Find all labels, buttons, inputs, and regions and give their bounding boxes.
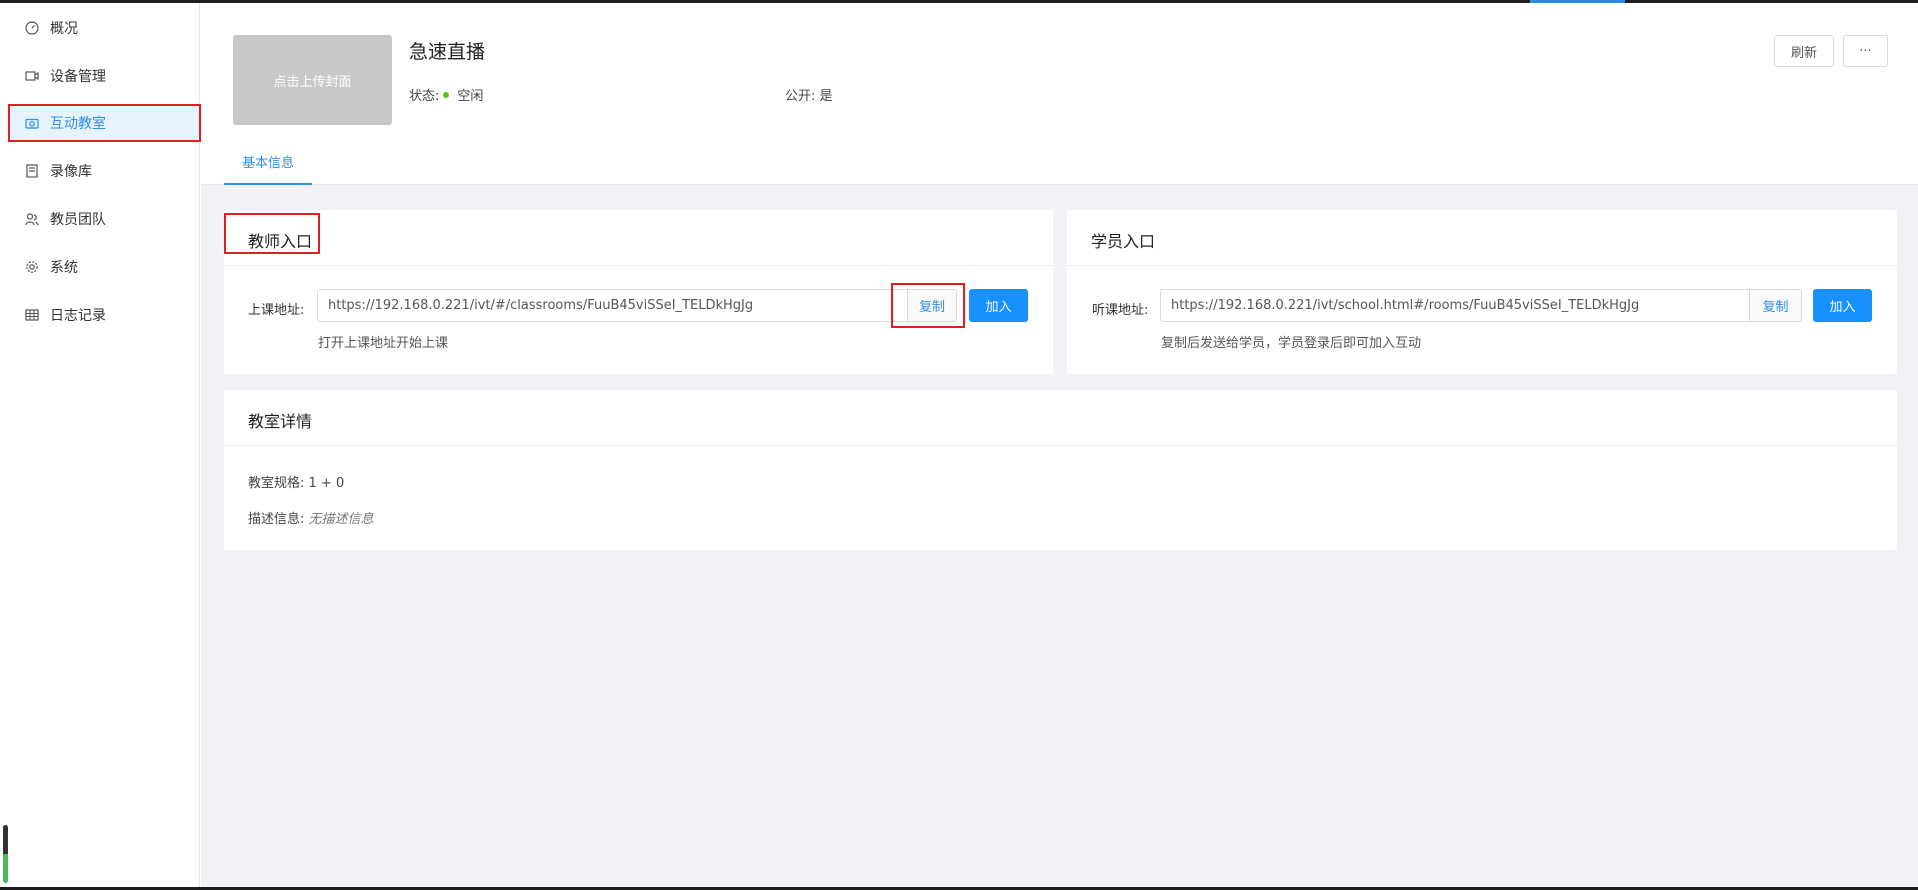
classroom-description: 描述信息: 无描述信息: [248, 508, 374, 527]
join-student-button[interactable]: 加入: [1813, 289, 1872, 322]
camera-icon: [24, 115, 40, 131]
sidebar-item-label: 系统: [50, 260, 78, 276]
sidebar-item-overview[interactable]: 概况: [10, 9, 200, 47]
team-icon: [24, 211, 40, 227]
sidebar: 概况 设备管理 互动教室 录像库 教员团队 系统 日志记录: [0, 3, 201, 890]
sidebar-item-label: 概况: [50, 21, 78, 37]
listen-url-label: 听课地址:: [1092, 303, 1149, 318]
spec-value: 1 + 0: [308, 476, 345, 491]
sidebar-item-label: 互动教室: [50, 116, 106, 132]
refresh-button[interactable]: 刷新: [1774, 35, 1834, 67]
sidebar-item-label: 日志记录: [50, 308, 106, 324]
description-value: 无描述信息: [308, 512, 374, 527]
join-teacher-button[interactable]: 加入: [969, 289, 1028, 322]
description-label: 描述信息:: [248, 512, 305, 527]
room-header: 点击上传封面 急速直播 状态: 空闲 公开: 是 刷新 ··· 基本信息: [201, 3, 1918, 185]
class-url-label: 上课地址:: [248, 303, 305, 318]
student-entry-card: 学员入口 听课地址: https://192.168.0.221/ivt/sch…: [1067, 210, 1897, 374]
status-label: 状态:: [409, 89, 440, 104]
sidebar-item-devices[interactable]: 设备管理: [10, 57, 200, 95]
card-title: 学员入口: [1091, 232, 1156, 251]
sidebar-scrollbar[interactable]: [3, 825, 8, 883]
teacher-entry-card: 教师入口 上课地址: https://192.168.0.221/ivt/#/c…: [224, 210, 1053, 374]
sidebar-item-system[interactable]: 系统: [10, 248, 200, 286]
main-content: 点击上传封面 急速直播 状态: 空闲 公开: 是 刷新 ··· 基本信息 教师入…: [201, 3, 1918, 890]
video-device-icon: [24, 68, 40, 84]
sidebar-item-team[interactable]: 教员团队: [10, 200, 200, 238]
card-title: 教室详情: [248, 412, 313, 431]
card-header: 教室详情: [224, 390, 1897, 446]
upload-cover-button[interactable]: 点击上传封面: [233, 35, 392, 125]
card-title: 教师入口: [248, 232, 313, 251]
sidebar-item-recordings[interactable]: 录像库: [10, 152, 200, 190]
student-hint: 复制后发送给学员，学员登录后即可加入互动: [1161, 336, 1422, 351]
public-value: 是: [819, 89, 833, 104]
status-info: 状态: 空闲: [409, 85, 483, 104]
status-dot-icon: [443, 91, 450, 98]
public-info: 公开: 是: [785, 85, 833, 104]
card-header: 教师入口: [224, 210, 1053, 266]
public-label: 公开:: [785, 89, 816, 104]
highlight-box: [891, 283, 965, 328]
page-title: 急速直播: [409, 41, 486, 63]
sidebar-item-label: 教员团队: [50, 212, 106, 228]
classroom-detail-card: 教室详情 教室规格: 1 + 0 描述信息: 无描述信息: [224, 390, 1897, 550]
gear-icon: [24, 259, 40, 275]
class-url-field[interactable]: https://192.168.0.221/ivt/#/classrooms/F…: [317, 289, 908, 322]
table-icon: [24, 307, 40, 323]
more-button[interactable]: ···: [1843, 35, 1888, 67]
dashboard-icon: [24, 20, 40, 36]
teacher-hint: 打开上课地址开始上课: [318, 336, 449, 351]
sidebar-item-logs[interactable]: 日志记录: [10, 296, 200, 334]
book-icon: [24, 163, 40, 179]
copy-student-url-button[interactable]: 复制: [1750, 289, 1802, 322]
status-value: 空闲: [457, 89, 484, 104]
sidebar-item-label: 设备管理: [50, 69, 106, 85]
listen-url-field[interactable]: https://192.168.0.221/ivt/school.html#/r…: [1160, 289, 1750, 322]
card-header: 学员入口: [1067, 210, 1897, 266]
sidebar-item-label: 录像库: [50, 164, 92, 180]
sidebar-item-classroom[interactable]: 互动教室: [8, 104, 201, 142]
tab-basic-info[interactable]: 基本信息: [224, 155, 312, 185]
classroom-spec: 教室规格: 1 + 0: [248, 472, 344, 491]
spec-label: 教室规格:: [248, 476, 305, 491]
